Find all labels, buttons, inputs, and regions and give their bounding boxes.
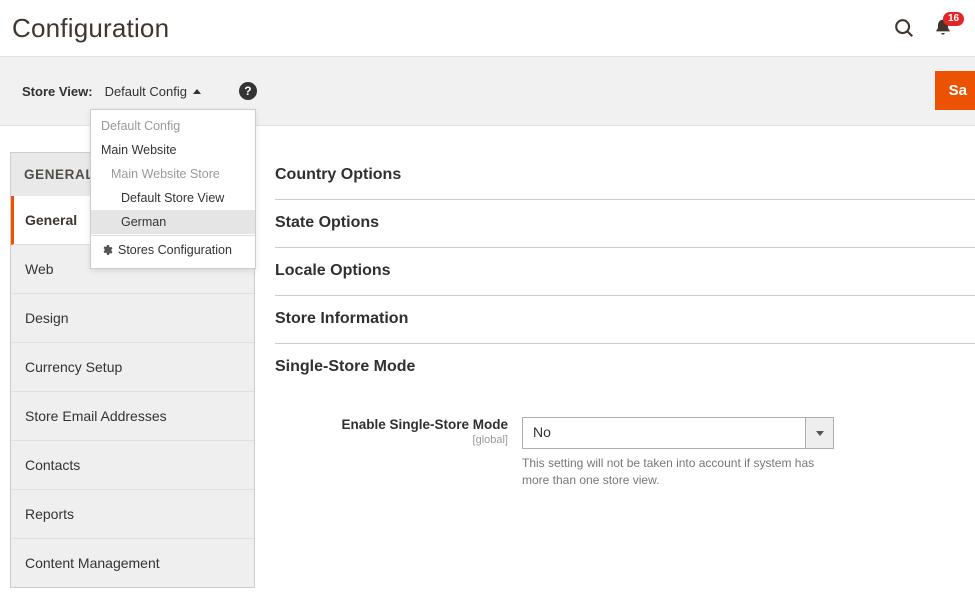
header-actions: 16 — [893, 17, 975, 39]
select-value: No — [523, 418, 805, 448]
section-country-options[interactable]: Country Options — [275, 152, 975, 200]
field-label: Enable Single-Store Mode — [275, 417, 508, 432]
stores-configuration-label: Stores Configuration — [118, 243, 232, 257]
sidebar-item-reports[interactable]: Reports — [11, 490, 254, 539]
storeview-bar: Store View: Default Config ? Sa Default … — [0, 56, 975, 126]
section-store-information[interactable]: Store Information — [275, 296, 975, 344]
section-title: Single-Store Mode — [275, 358, 975, 376]
storeview-selected: Default Config — [105, 84, 187, 99]
field-enable-single-store-mode: Enable Single-Store Mode [global] No Thi… — [275, 417, 975, 489]
storeview-label: Store View: — [22, 84, 93, 99]
section-locale-options[interactable]: Locale Options — [275, 248, 975, 296]
storeview-option-default-config: Default Config — [91, 114, 255, 138]
section-single-store-mode[interactable]: Single-Store Mode — [275, 344, 975, 391]
sidebar-item-contacts[interactable]: Contacts — [11, 441, 254, 490]
storeview-dropdown: Default Config Main Website Main Website… — [90, 109, 256, 269]
sidebar-item-design[interactable]: Design — [11, 294, 254, 343]
gear-icon — [101, 244, 113, 256]
notification-badge: 16 — [943, 12, 964, 26]
section-state-options[interactable]: State Options — [275, 200, 975, 248]
storeview-option-main-website[interactable]: Main Website — [91, 138, 255, 162]
single-store-select[interactable]: No — [522, 417, 834, 449]
main-panel: Country Options State Options Locale Opt… — [255, 152, 975, 588]
field-note: This setting will not be taken into acco… — [522, 455, 834, 489]
chevron-down-icon — [805, 418, 833, 448]
help-icon[interactable]: ? — [239, 82, 257, 100]
section-title: Locale Options — [275, 262, 975, 280]
section-title: Country Options — [275, 166, 975, 184]
field-label-wrap: Enable Single-Store Mode [global] — [275, 417, 522, 446]
storeview-option-german[interactable]: German — [91, 210, 255, 234]
storeview-select[interactable]: Default Config — [105, 84, 201, 99]
stores-configuration-link[interactable]: Stores Configuration — [91, 235, 255, 264]
chevron-up-icon — [193, 89, 201, 94]
page-title: Configuration — [12, 13, 169, 44]
sidebar-item-store-email-addresses[interactable]: Store Email Addresses — [11, 392, 254, 441]
field-control: No This setting will not be taken into a… — [522, 417, 834, 489]
page-header: Configuration 16 — [0, 0, 975, 56]
section-title: Store Information — [275, 310, 975, 328]
storeview-option-default-store-view[interactable]: Default Store View — [91, 186, 255, 210]
search-icon[interactable] — [893, 17, 915, 39]
storeview-option-main-website-store: Main Website Store — [91, 162, 255, 186]
sidebar-item-currency-setup[interactable]: Currency Setup — [11, 343, 254, 392]
save-config-button[interactable]: Sa — [935, 71, 975, 110]
field-scope: [global] — [275, 434, 508, 446]
section-title: State Options — [275, 214, 975, 232]
notifications-icon[interactable]: 16 — [933, 18, 953, 38]
sidebar-item-content-management[interactable]: Content Management — [11, 539, 254, 587]
